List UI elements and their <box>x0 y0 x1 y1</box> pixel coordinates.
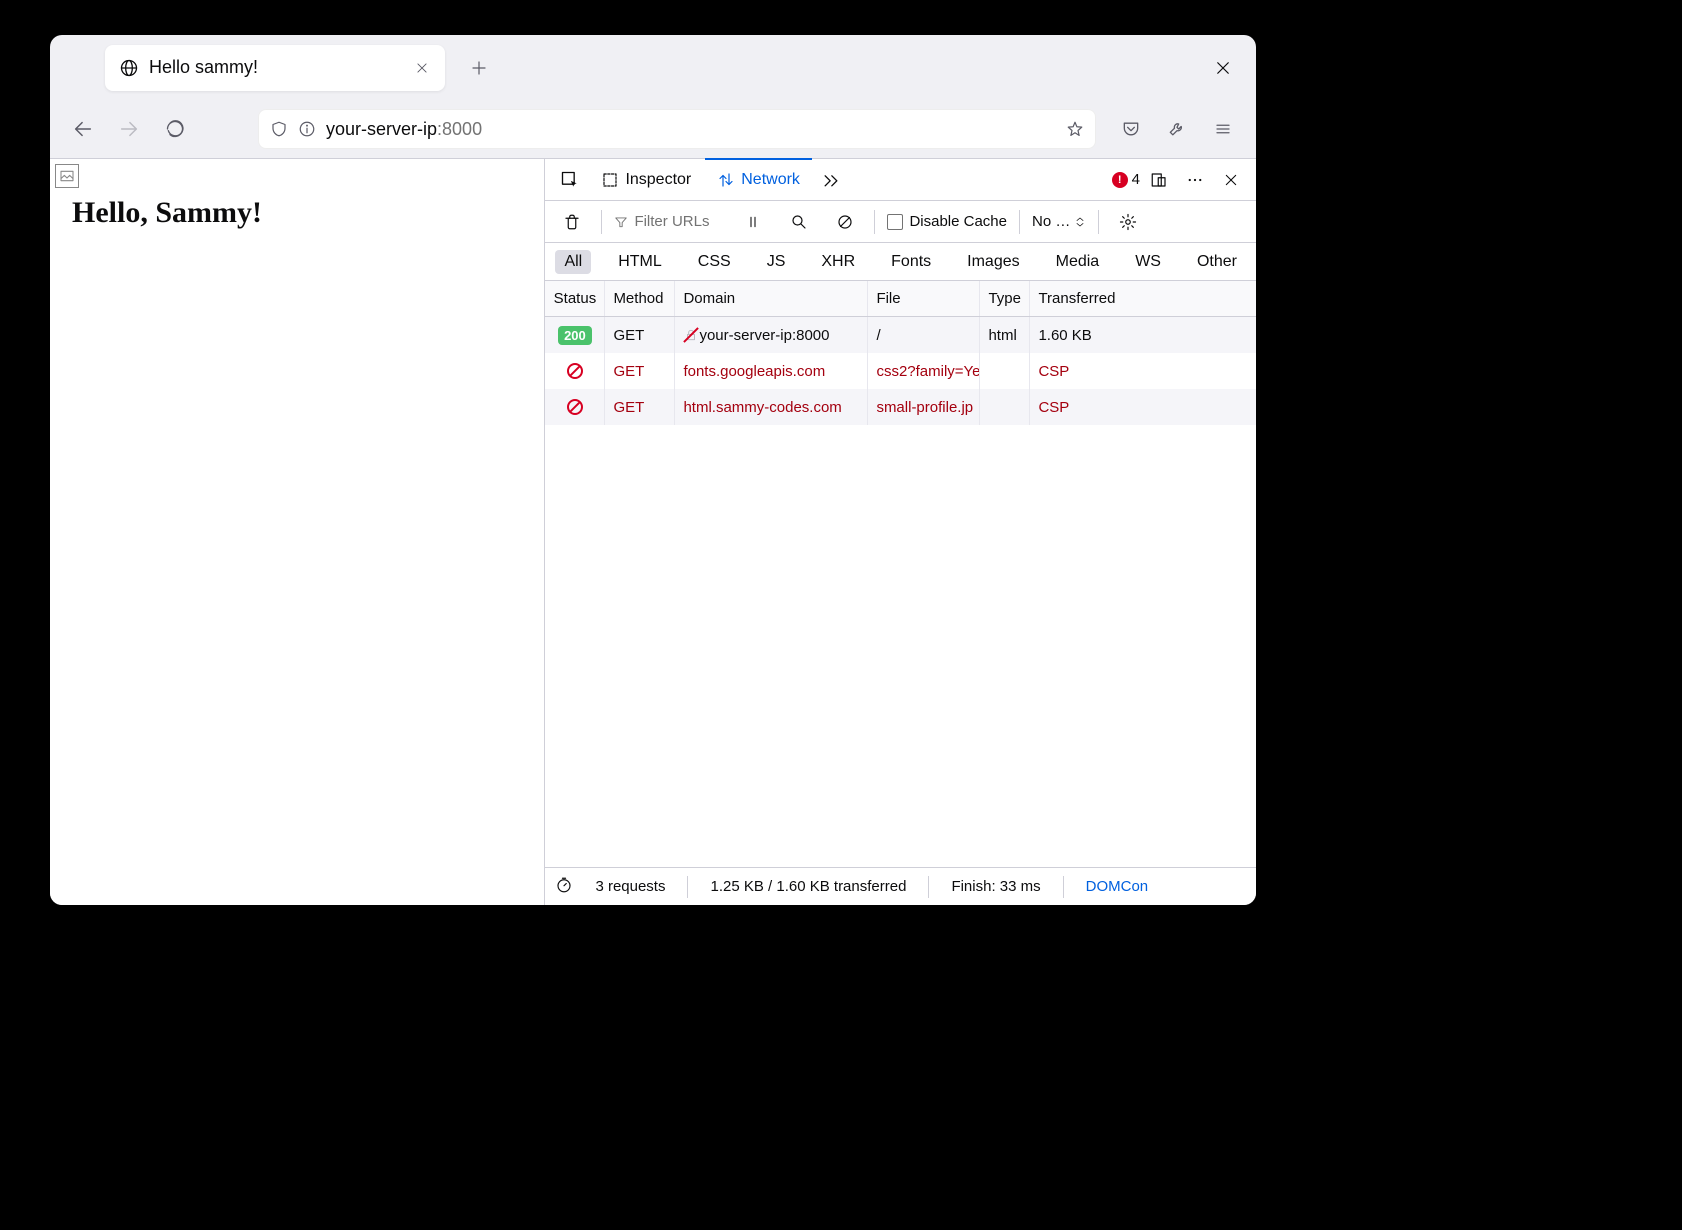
filter-other[interactable]: Other <box>1188 250 1246 274</box>
bookmark-star-icon[interactable] <box>1066 120 1084 138</box>
filter-xhr[interactable]: XHR <box>812 250 864 274</box>
trash-icon[interactable] <box>555 205 589 239</box>
error-icon: ! <box>1112 172 1128 188</box>
blocked-icon <box>567 363 583 379</box>
nav-toolbar: your-server-ip:8000 <box>50 100 1256 158</box>
table-row[interactable]: GETfonts.googleapis.comcss2?family=YeCSP <box>545 353 1256 389</box>
network-toolbar: Filter URLs Disable Cache No <box>545 201 1256 243</box>
element-picker-icon[interactable] <box>553 163 587 197</box>
network-footer: 3 requests 1.25 KB / 1.60 KB transferred… <box>545 867 1256 905</box>
filter-all[interactable]: All <box>555 250 591 274</box>
tab-title: Hello sammy! <box>149 57 403 78</box>
content-area: Hello, Sammy! Inspector Network <box>50 158 1256 905</box>
page-heading: Hello, Sammy! <box>72 196 524 230</box>
col-type[interactable]: Type <box>980 281 1030 316</box>
table-row[interactable]: GEThtml.sammy-codes.comsmall-profile.jpC… <box>545 389 1256 425</box>
tab-strip: Hello sammy! <box>50 35 1256 100</box>
responsive-mode-icon[interactable] <box>1142 163 1176 197</box>
filter-media[interactable]: Media <box>1047 250 1109 274</box>
pocket-icon[interactable] <box>1112 110 1150 148</box>
col-method[interactable]: Method <box>605 281 675 316</box>
stopwatch-icon <box>555 876 573 898</box>
filter-ws[interactable]: WS <box>1126 250 1170 274</box>
table-header: Status Method Domain File Type Transferr… <box>545 281 1256 317</box>
network-filter-pills: All HTML CSS JS XHR Fonts Images Media W… <box>545 243 1256 281</box>
gear-icon[interactable] <box>1111 205 1145 239</box>
overflow-tabs-icon[interactable] <box>814 163 848 197</box>
col-status[interactable]: Status <box>545 281 605 316</box>
error-count-badge[interactable]: ! 4 <box>1112 171 1140 188</box>
status-badge: 200 <box>558 326 592 345</box>
filter-fonts[interactable]: Fonts <box>882 250 940 274</box>
devtools-panel: Inspector Network ! 4 <box>544 159 1256 905</box>
kebab-icon[interactable] <box>1178 163 1212 197</box>
col-domain[interactable]: Domain <box>675 281 868 316</box>
footer-transferred: 1.25 KB / 1.60 KB transferred <box>710 878 906 895</box>
insecure-lock-icon <box>683 327 699 343</box>
disable-cache-checkbox[interactable]: Disable Cache <box>887 213 1007 230</box>
col-transferred[interactable]: Transferred <box>1030 281 1256 316</box>
blocked-icon <box>567 399 583 415</box>
filter-html[interactable]: HTML <box>609 250 671 274</box>
browser-tab[interactable]: Hello sammy! <box>105 45 445 91</box>
page-viewport: Hello, Sammy! <box>50 159 544 905</box>
shield-icon <box>270 120 288 138</box>
network-table: Status Method Domain File Type Transferr… <box>545 281 1256 867</box>
globe-icon <box>119 58 139 78</box>
close-tab-icon[interactable] <box>413 59 431 77</box>
back-button[interactable] <box>64 110 102 148</box>
devtools-close-icon[interactable] <box>1214 163 1248 197</box>
reload-button[interactable] <box>156 110 194 148</box>
forward-button[interactable] <box>110 110 148 148</box>
wrench-icon[interactable] <box>1158 110 1196 148</box>
tab-network[interactable]: Network <box>705 158 812 200</box>
throttling-select[interactable]: No … <box>1032 213 1086 230</box>
window-close-icon[interactable] <box>1210 55 1236 81</box>
new-tab-button[interactable] <box>463 52 495 84</box>
footer-finish: Finish: 33 ms <box>951 878 1040 895</box>
browser-window: Hello sammy! <box>50 35 1256 905</box>
broken-image-icon <box>55 164 79 188</box>
footer-domcontentloaded: DOMCon <box>1086 878 1149 895</box>
url-bar[interactable]: your-server-ip:8000 <box>258 109 1096 149</box>
menu-icon[interactable] <box>1204 110 1242 148</box>
filter-urls-input[interactable]: Filter URLs <box>614 213 724 230</box>
search-icon[interactable] <box>782 205 816 239</box>
devtools-tabs: Inspector Network ! 4 <box>545 159 1256 201</box>
pause-icon[interactable] <box>736 205 770 239</box>
url-text: your-server-ip:8000 <box>326 119 1056 140</box>
filter-css[interactable]: CSS <box>689 250 740 274</box>
block-icon[interactable] <box>828 205 862 239</box>
table-row[interactable]: 200GET your-server-ip:8000/html1.60 KB <box>545 317 1256 353</box>
table-body: 200GET your-server-ip:8000/html1.60 KBGE… <box>545 317 1256 425</box>
footer-requests: 3 requests <box>595 878 665 895</box>
col-file[interactable]: File <box>868 281 980 316</box>
filter-js[interactable]: JS <box>758 250 795 274</box>
info-icon[interactable] <box>298 120 316 138</box>
filter-images[interactable]: Images <box>958 250 1028 274</box>
tab-inspector[interactable]: Inspector <box>589 159 703 201</box>
